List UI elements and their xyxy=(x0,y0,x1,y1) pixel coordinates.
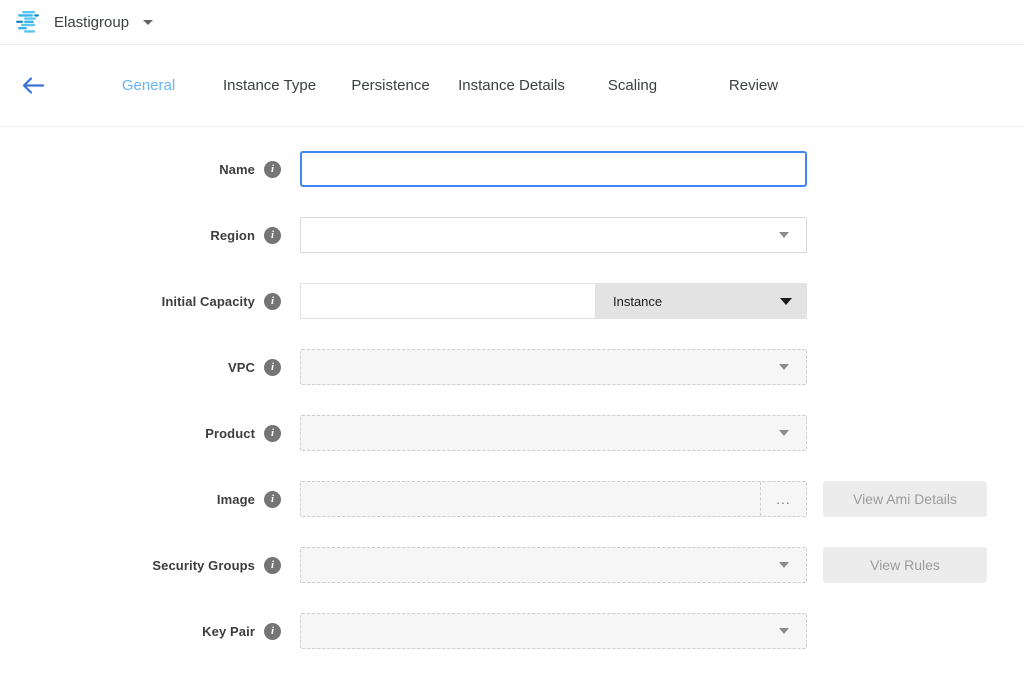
view-ami-details-button[interactable]: View Ami Details xyxy=(823,481,987,517)
name-control xyxy=(300,151,807,187)
info-icon[interactable]: i xyxy=(264,557,281,574)
form-row-name: Name i xyxy=(0,151,1024,187)
app-title[interactable]: Elastigroup xyxy=(54,14,129,31)
field-label: Image xyxy=(217,492,255,507)
label-group: VPC i xyxy=(0,359,281,376)
tab-review[interactable]: Review xyxy=(693,77,814,94)
chevron-down-icon xyxy=(779,364,789,370)
back-button[interactable] xyxy=(18,71,48,101)
capacity-unit-value: Instance xyxy=(613,294,662,309)
tab-general[interactable]: General xyxy=(88,77,209,94)
info-icon[interactable]: i xyxy=(264,161,281,178)
info-icon[interactable]: i xyxy=(264,227,281,244)
region-control xyxy=(300,217,807,253)
info-icon[interactable]: i xyxy=(264,491,281,508)
label-group: Key Pair i xyxy=(0,623,281,640)
wizard-tab-bar: General Instance Type Persistence Instan… xyxy=(0,45,1024,127)
form-row-region: Region i xyxy=(0,217,1024,253)
top-bar: Elastigroup xyxy=(0,0,1024,45)
form-row-initial-capacity: Initial Capacity i Instance xyxy=(0,283,1024,319)
tab-persistence[interactable]: Persistence xyxy=(330,77,451,94)
form-row-key-pair: Key Pair i xyxy=(0,613,1024,649)
back-arrow-icon xyxy=(22,77,44,94)
capacity-unit-select[interactable]: Instance xyxy=(596,283,807,319)
tab-instance-type[interactable]: Instance Type xyxy=(209,77,330,94)
info-icon[interactable]: i xyxy=(264,359,281,376)
product-switcher[interactable]: Elastigroup xyxy=(16,11,153,33)
chevron-down-icon[interactable] xyxy=(143,20,153,25)
field-label: Key Pair xyxy=(202,624,255,639)
form-row-vpc: VPC i xyxy=(0,349,1024,385)
label-group: Image i xyxy=(0,491,281,508)
info-icon[interactable]: i xyxy=(264,623,281,640)
name-input[interactable] xyxy=(300,151,807,187)
chevron-down-icon xyxy=(779,232,789,238)
image-browse-button[interactable]: ... xyxy=(760,482,806,516)
chevron-down-icon xyxy=(779,430,789,436)
label-group: Region i xyxy=(0,227,281,244)
form-row-product: Product i xyxy=(0,415,1024,451)
general-form: Name i Region i Initial Capacity i Insta… xyxy=(0,127,1024,649)
label-group: Security Groups i xyxy=(0,557,281,574)
vpc-select[interactable] xyxy=(300,349,807,385)
chevron-down-icon xyxy=(779,562,789,568)
tab-scaling[interactable]: Scaling xyxy=(572,77,693,94)
view-rules-button[interactable]: View Rules xyxy=(823,547,987,583)
field-label: Region xyxy=(210,228,255,243)
product-control xyxy=(300,415,807,451)
label-group: Name i xyxy=(0,161,281,178)
tab-instance-details[interactable]: Instance Details xyxy=(451,77,572,94)
field-label: Security Groups xyxy=(152,558,255,573)
key-pair-control xyxy=(300,613,807,649)
field-label: Initial Capacity xyxy=(162,294,255,309)
label-group: Product i xyxy=(0,425,281,442)
info-icon[interactable]: i xyxy=(264,293,281,310)
region-select[interactable] xyxy=(300,217,807,253)
security-groups-select[interactable] xyxy=(300,547,807,583)
image-input[interactable] xyxy=(301,482,760,516)
form-row-security-groups: Security Groups i View Rules xyxy=(0,547,1024,583)
field-label: Name xyxy=(219,162,255,177)
chevron-down-icon xyxy=(779,628,789,634)
initial-capacity-control: Instance xyxy=(300,283,807,319)
chevron-down-icon xyxy=(780,298,792,305)
initial-capacity-input[interactable] xyxy=(300,283,596,319)
info-icon[interactable]: i xyxy=(264,425,281,442)
vpc-control xyxy=(300,349,807,385)
field-label: VPC xyxy=(228,360,255,375)
product-select[interactable] xyxy=(300,415,807,451)
field-label: Product xyxy=(205,426,255,441)
image-control: ... xyxy=(300,481,807,517)
key-pair-select[interactable] xyxy=(300,613,807,649)
label-group: Initial Capacity i xyxy=(0,293,281,310)
security-groups-control xyxy=(300,547,807,583)
form-row-image: Image i ... View Ami Details xyxy=(0,481,1024,517)
tabs: General Instance Type Persistence Instan… xyxy=(88,77,814,94)
elastigroup-logo-icon xyxy=(16,11,42,33)
